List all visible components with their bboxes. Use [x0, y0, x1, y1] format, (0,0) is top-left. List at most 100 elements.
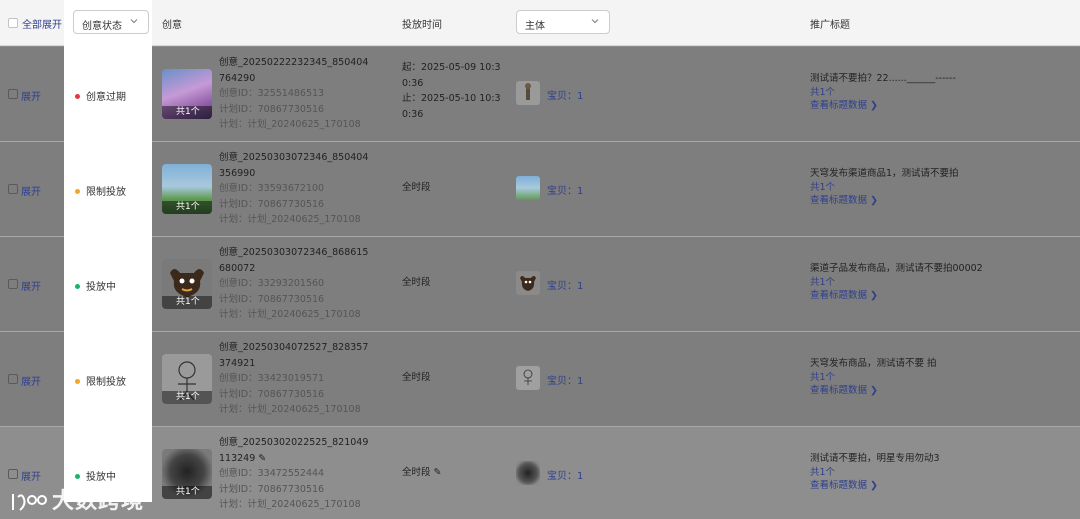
thumbnail-count: 共1个: [162, 201, 212, 214]
expand-row-link[interactable]: 展开: [21, 468, 41, 483]
creative-id: 创意ID：33472552444: [219, 468, 325, 479]
view-title-data-label: 查看标题数据: [810, 385, 868, 396]
subject-link[interactable]: 宝贝：1: [547, 467, 583, 482]
status-dot-icon: [75, 283, 80, 289]
promo-title: 测试请不要拍？22......______------: [810, 73, 956, 84]
creative-column-header: 创意: [162, 20, 182, 31]
edit-icon[interactable]: ✎: [258, 453, 266, 464]
status-dot-icon: [75, 188, 80, 194]
view-title-data-label: 查看标题数据: [810, 195, 868, 206]
promo-title: 测试请不要拍，明星专用勿动3: [810, 453, 940, 464]
promo-title-cell: 渠道子品发布商品，测试请不要拍00002 共1个 查看标题数据 ❯: [810, 262, 983, 303]
expand-row-link[interactable]: 展开: [21, 278, 41, 293]
chevron-right-icon: ❯: [870, 290, 879, 301]
creative-id: 创意ID：33423019571: [219, 373, 325, 384]
promo-count[interactable]: 共1个: [810, 181, 959, 195]
row-checkbox[interactable]: [8, 374, 18, 384]
creative-thumbnail[interactable]: 共1个: [162, 69, 212, 119]
plan-name: 计划：计划_20240625_170108: [219, 499, 361, 510]
row-checkbox[interactable]: [8, 89, 18, 99]
promo-count[interactable]: 共1个: [810, 371, 937, 385]
time-start: 起：2025-05-09 10:3: [402, 62, 501, 73]
creative-info: 创意_20250304072527_828357 374921 创意ID：334…: [219, 340, 368, 418]
creative-name: 创意_20250303072346_850404: [219, 152, 369, 163]
product-thumbnail[interactable]: [516, 366, 540, 390]
subject-link[interactable]: 宝贝：1: [547, 87, 583, 102]
expand-row-link[interactable]: 展开: [21, 88, 41, 103]
product-thumbnail[interactable]: [516, 176, 540, 200]
product-thumbnail[interactable]: [516, 271, 540, 295]
view-title-data-label: 查看标题数据: [810, 480, 868, 491]
creative-thumbnail[interactable]: 共1个: [162, 449, 212, 499]
view-title-data-link[interactable]: 查看标题数据 ❯: [810, 289, 983, 303]
table-row: 展开 共1个 创意_20250304072527_828357 374921 创…: [0, 332, 1080, 427]
chevron-down-icon: [130, 19, 138, 24]
row-checkbox[interactable]: [8, 469, 18, 479]
status-dot-icon: [75, 378, 80, 384]
promo-count[interactable]: 共1个: [810, 276, 983, 290]
plan-id: 计划ID：70867730516: [219, 293, 325, 305]
subject-link[interactable]: 宝贝：1: [547, 182, 583, 197]
creative-thumbnail[interactable]: 共1个: [162, 259, 212, 309]
time-end: 止：2025-05-10 10:3: [402, 93, 501, 104]
time-start-cont: 0:36: [402, 77, 424, 89]
view-title-data-link[interactable]: 查看标题数据 ❯: [810, 99, 956, 113]
status-badge: 限制投放: [75, 373, 126, 388]
delivery-time: 全时段: [402, 180, 431, 196]
plan-id: 计划ID：70867730516: [219, 198, 325, 210]
delivery-time: 全时段: [402, 370, 431, 386]
subject-link[interactable]: 宝贝：1: [547, 277, 583, 292]
edit-icon[interactable]: ✎: [434, 467, 442, 478]
product-thumbnail[interactable]: [516, 81, 540, 105]
promo-title: 渠道子品发布商品，测试请不要拍00002: [810, 263, 983, 274]
creative-status-select[interactable]: 创意状态: [73, 10, 149, 34]
chevron-right-icon: ❯: [870, 480, 879, 491]
subject-select-label: 主体: [525, 21, 545, 32]
promo-count[interactable]: 共1个: [810, 86, 956, 100]
creative-info: 创意_20250303072346_850404 356990 创意ID：335…: [219, 150, 368, 228]
delivery-time: 全时段 ✎: [402, 465, 442, 481]
plan-name: 计划：计划_20240625_170108: [219, 309, 361, 320]
status-label: 限制投放: [86, 377, 126, 388]
status-label: 创意过期: [86, 92, 126, 103]
status-badge: 创意过期: [75, 88, 126, 103]
promo-title: 天穹发布商品，测试请不要 拍: [810, 358, 937, 369]
product-thumbnail[interactable]: [516, 461, 540, 485]
plan-name: 计划：计划_20240625_170108: [219, 119, 361, 130]
status-label: 限制投放: [86, 187, 126, 198]
time-all-day: 全时段: [402, 182, 431, 193]
time-column-header: 投放时间: [402, 20, 442, 31]
creative-info: 创意_20250303072346_868615 680072 创意ID：332…: [219, 245, 368, 323]
expand-all-link[interactable]: 全部展开: [22, 16, 62, 31]
row-checkbox[interactable]: [8, 279, 18, 289]
view-title-data-label: 查看标题数据: [810, 100, 868, 111]
view-title-data-link[interactable]: 查看标题数据 ❯: [810, 384, 937, 398]
subject-select[interactable]: 主体: [516, 10, 610, 34]
view-title-data-link[interactable]: 查看标题数据 ❯: [810, 194, 959, 208]
creative-name-cont: 764290: [219, 72, 256, 84]
status-column-highlight: 创意状态: [64, 0, 152, 502]
creative-thumbnail[interactable]: 共1个: [162, 164, 212, 214]
status-dot-icon: [75, 93, 80, 99]
expand-row-link[interactable]: 展开: [21, 183, 41, 198]
creative-id: 创意ID：33593672100: [219, 183, 325, 194]
view-title-data-label: 查看标题数据: [810, 290, 868, 301]
creative-name: 创意_20250302022525_821049: [219, 437, 369, 448]
subject-link[interactable]: 宝贝：1: [547, 372, 583, 387]
creative-name: 创意_20250304072527_828357: [219, 342, 369, 353]
creative-id: 创意ID：32551486513: [219, 88, 325, 99]
select-all-checkbox[interactable]: [8, 18, 18, 28]
row-checkbox[interactable]: [8, 184, 18, 194]
chevron-down-icon: [591, 19, 599, 24]
creative-status-select-label: 创意状态: [82, 21, 122, 32]
promo-title-cell: 天穹发布商品，测试请不要 拍 共1个 查看标题数据 ❯: [810, 357, 937, 398]
creative-name-cont: 374921: [219, 357, 256, 369]
view-title-data-link[interactable]: 查看标题数据 ❯: [810, 479, 940, 493]
promo-count[interactable]: 共1个: [810, 466, 940, 480]
creative-name-cont: 680072: [219, 262, 256, 274]
table-row: 展开 共1个 创意_20250302022525_821049 113249 ✎…: [0, 427, 1080, 519]
creative-id: 创意ID：33293201560: [219, 278, 325, 289]
expand-row-link[interactable]: 展开: [21, 373, 41, 388]
creative-thumbnail[interactable]: 共1个: [162, 354, 212, 404]
promo-title-cell: 测试请不要拍？22......______------ 共1个 查看标题数据 ❯: [810, 72, 956, 113]
